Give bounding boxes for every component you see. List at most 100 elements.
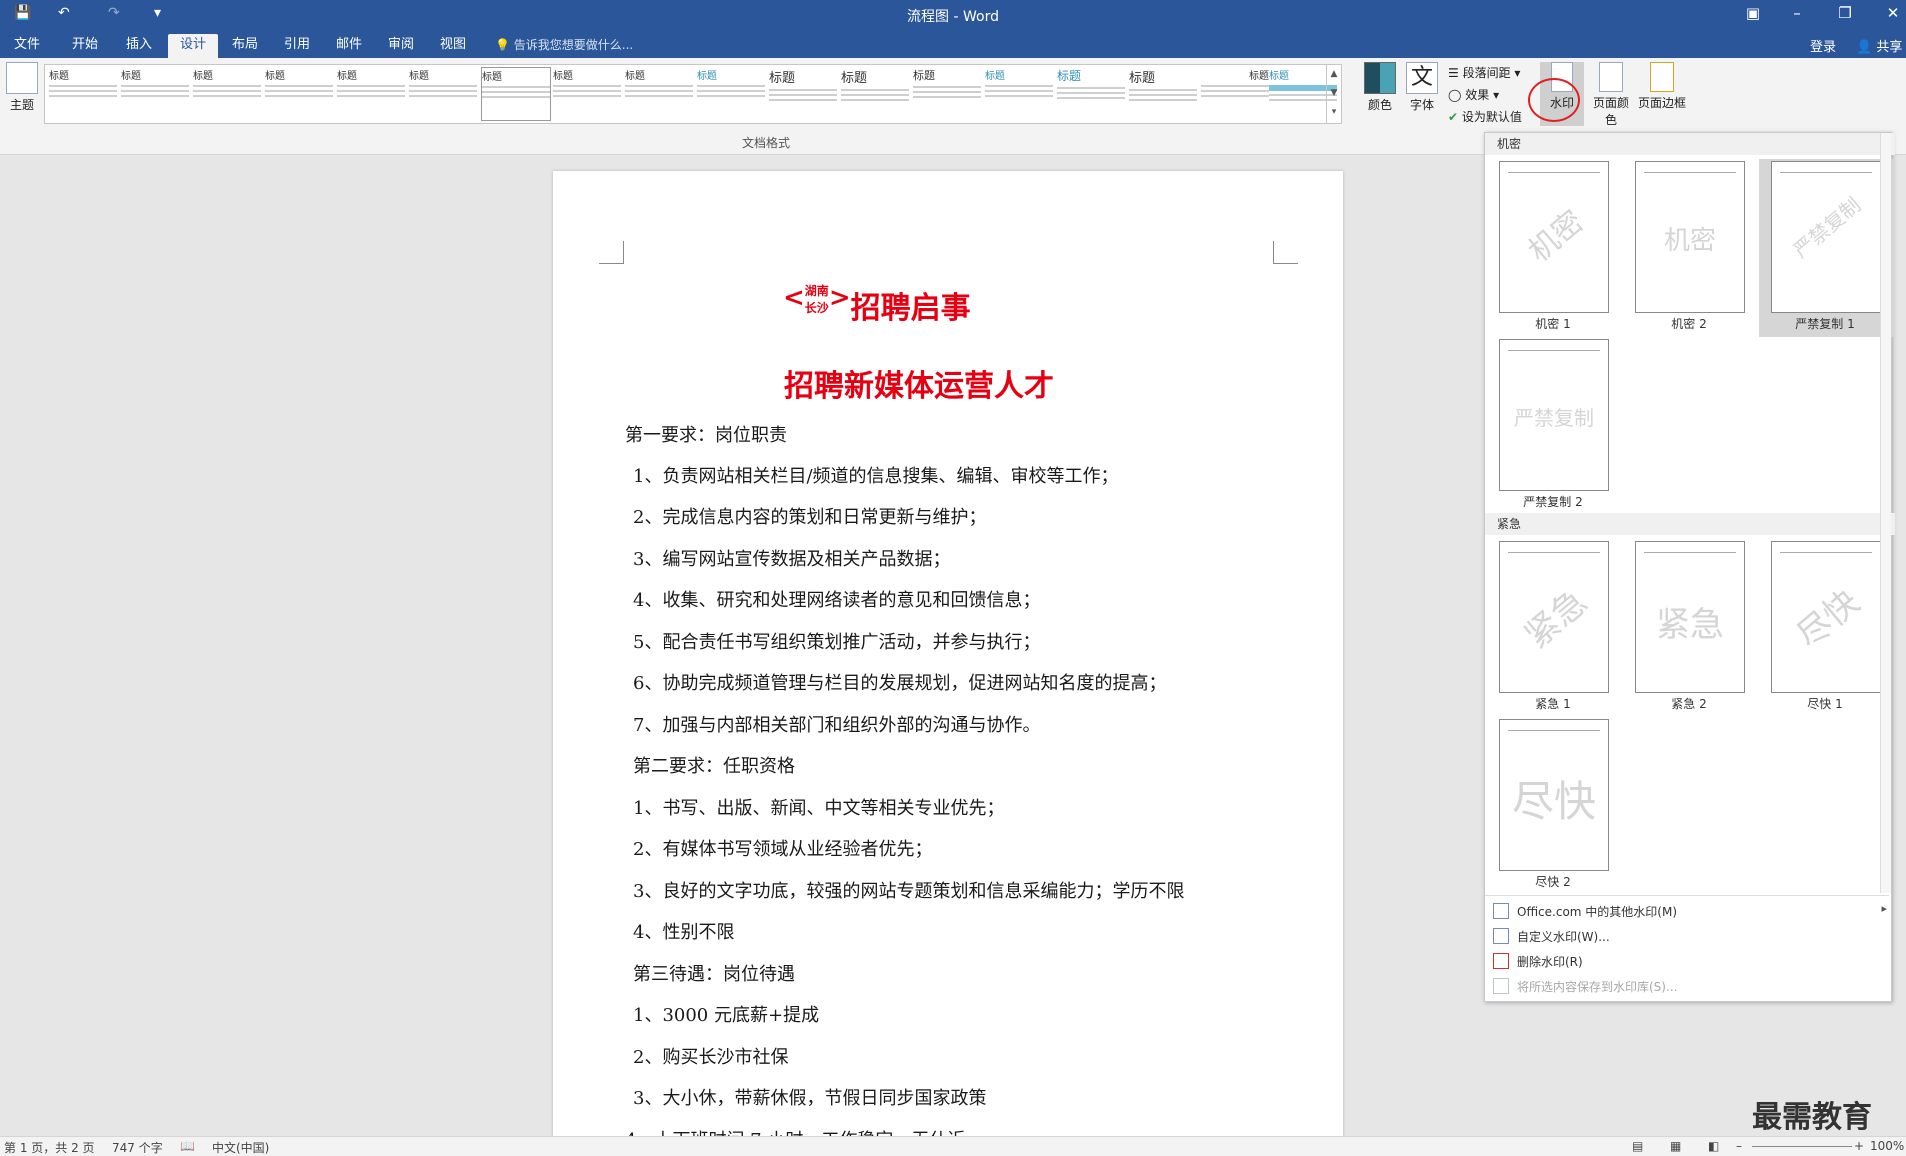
menu-more-watermarks[interactable]: Office.com 中的其他水印(M) xyxy=(1517,903,1677,920)
body-line: 1、负责网站相关栏目/频道的信息搜集、编辑、审校等工作； xyxy=(633,466,1119,487)
tab-insert[interactable]: 插入 xyxy=(114,34,164,58)
style-set-item[interactable]: 标题 xyxy=(769,67,837,119)
style-set-item[interactable]: 标题 xyxy=(985,67,1053,119)
section-heading: 第二要求：任职资格 xyxy=(633,756,795,777)
tab-home[interactable]: 开始 xyxy=(60,34,110,58)
ribbon-display-icon[interactable]: ▣ xyxy=(1738,4,1768,22)
style-set-item[interactable]: 标题 xyxy=(193,67,261,119)
menu-remove-watermark[interactable]: 删除水印(R) xyxy=(1517,953,1583,970)
tab-design[interactable]: 设计 xyxy=(168,34,219,58)
watermark-option-asap-1[interactable]: 尽快 xyxy=(1771,541,1881,693)
style-set-item[interactable]: 标题 xyxy=(337,67,405,119)
zoom-level[interactable]: 100% xyxy=(1870,1139,1904,1153)
watermark-option-asap-2[interactable]: 尽快 xyxy=(1499,719,1609,871)
fonts-button[interactable]: 文 字体 xyxy=(1400,62,1444,113)
colors-label: 颜色 xyxy=(1367,98,1392,112)
style-set-item[interactable]: 标题 xyxy=(1201,67,1269,119)
margin-mark xyxy=(1273,241,1298,264)
style-set-title: 标题 xyxy=(841,71,868,86)
style-set-title: 标题 xyxy=(1057,69,1082,83)
menu-custom-watermark[interactable]: 自定义水印(W)... xyxy=(1517,928,1610,945)
watermark-option-label: 机密 2 xyxy=(1671,317,1707,331)
restore-icon[interactable]: ❐ xyxy=(1830,4,1860,22)
print-layout-icon[interactable]: ▦ xyxy=(1670,1139,1681,1153)
page-color-label: 页面颜色 xyxy=(1592,96,1629,127)
gallery-scroll[interactable]: ▲ ▼ ▾ xyxy=(1326,65,1341,123)
colors-button[interactable]: 颜色 xyxy=(1358,62,1402,113)
submenu-arrow-icon: ▸ xyxy=(1881,902,1887,915)
tab-references[interactable]: 引用 xyxy=(272,34,322,58)
share-button[interactable]: 👤 共享 xyxy=(1856,36,1902,55)
style-set-item[interactable]: 标题 xyxy=(841,67,909,119)
style-set-item[interactable]: 标题 xyxy=(1057,67,1125,119)
login-link[interactable]: 登录 xyxy=(1810,36,1836,55)
style-set-item[interactable]: 标题 xyxy=(913,67,981,119)
watermark-option-do-not-copy-1[interactable]: 严禁复制 xyxy=(1771,161,1881,313)
watermark-dropdown: 机密 机密 机密 1 机密 机密 2 严禁复制 严禁复制 1 严禁复制 严禁复制… xyxy=(1484,132,1895,1002)
margin-mark xyxy=(599,241,624,264)
minimize-icon[interactable]: – xyxy=(1782,4,1812,22)
style-set-item[interactable]: 标题 xyxy=(265,67,333,119)
page-color-button[interactable]: 页面颜色 xyxy=(1588,62,1634,128)
watermark-option-confidential-1[interactable]: 机密 xyxy=(1499,161,1609,313)
style-set-item[interactable]: 标题 xyxy=(1129,67,1197,119)
proofing-icon[interactable]: 📖 xyxy=(180,1139,195,1153)
body-line: 5、配合责任书写组织策划推广活动，并参与执行； xyxy=(633,632,1041,653)
web-layout-icon[interactable]: ◧ xyxy=(1708,1139,1719,1153)
language-indicator[interactable]: 中文(中国) xyxy=(212,1139,269,1156)
theme-button[interactable]: 主题 xyxy=(0,62,44,113)
style-set-item[interactable]: 标题 xyxy=(121,67,189,119)
style-set-item[interactable]: 标题 xyxy=(625,67,693,119)
body-line: 1、书写、出版、新闻、中文等相关专业优先； xyxy=(633,798,1005,819)
tab-file[interactable]: 文件 xyxy=(2,34,52,58)
style-set-title: 标题 xyxy=(49,71,69,82)
watermark-option-urgent-2[interactable]: 紧急 xyxy=(1635,541,1745,693)
body-line: 3、编写网站宣传数据及相关产品数据； xyxy=(633,549,951,570)
watermark-preview-text: 严禁复制 xyxy=(1788,192,1866,263)
body-line: 4、性别不限 xyxy=(633,922,735,943)
watermark-option-label: 严禁复制 1 xyxy=(1795,317,1855,331)
tell-me-input[interactable]: 💡 告诉我您想要做什么... xyxy=(495,36,633,53)
body-line: 7、加强与内部相关部门和组织外部的沟通与协作。 xyxy=(633,715,1041,736)
body-line: 2、购买长沙市社保 xyxy=(633,1047,789,1068)
style-set-title: 标题 xyxy=(625,71,645,82)
style-set-title: 标题 xyxy=(337,71,357,82)
menu-save-to-gallery[interactable]: 将所选内容保存到水印库(S)... xyxy=(1517,978,1677,995)
paragraph-spacing-label: 段落间距 xyxy=(1462,66,1511,80)
style-set-gallery[interactable]: 标题 标题 标题 标题 标题 标题 标题 标题 标题 标题 标题 标题 标题 标… xyxy=(44,64,1342,124)
effects-button[interactable]: ◯ 效果 ▾ xyxy=(1448,86,1499,103)
page-borders-button[interactable]: 页面边框 xyxy=(1636,62,1688,111)
style-set-item[interactable]: 标题 xyxy=(409,67,477,119)
status-bar: 第 1 页，共 2 页 747 个字 📖 中文(中国) ▤ ▦ ◧ – + 10… xyxy=(0,1136,1906,1156)
tab-layout[interactable]: 布局 xyxy=(220,34,270,58)
watermark-option-urgent-1[interactable]: 紧急 xyxy=(1499,541,1609,693)
close-icon[interactable]: ✕ xyxy=(1878,4,1906,22)
window-title: 流程图 - Word xyxy=(907,9,999,25)
zoom-slider[interactable] xyxy=(1752,1146,1852,1147)
style-set-item[interactable]: 标题 xyxy=(49,67,117,119)
read-mode-icon[interactable]: ▤ xyxy=(1632,1139,1643,1153)
style-set-item[interactable]: 标题 xyxy=(553,67,621,119)
document-page[interactable]: <湖南 长沙>招聘启事 招聘新媒体运营人才 第一要求：岗位职责 1、负责网站相关栏… xyxy=(553,171,1343,1155)
zoom-out-icon[interactable]: – xyxy=(1736,1139,1742,1153)
watermark-option-confidential-2[interactable]: 机密 xyxy=(1635,161,1745,313)
word-count[interactable]: 747 个字 xyxy=(112,1139,163,1156)
tab-mailings[interactable]: 邮件 xyxy=(324,34,374,58)
watermark-option-do-not-copy-2[interactable]: 严禁复制 xyxy=(1499,339,1609,491)
style-set-title: 标题 xyxy=(697,71,717,82)
section-urgent: 紧急 xyxy=(1485,513,1895,535)
tab-view[interactable]: 视图 xyxy=(428,34,478,58)
zoom-in-icon[interactable]: + xyxy=(1854,1139,1864,1153)
page-count[interactable]: 第 1 页，共 2 页 xyxy=(4,1139,95,1156)
set-default-button[interactable]: ✔ 设为默认值 xyxy=(1448,108,1522,125)
gallery-scrollbar[interactable] xyxy=(1880,133,1891,893)
style-set-item[interactable]: 标题 xyxy=(697,67,765,119)
paragraph-spacing-button[interactable]: ☰ 段落间距 ▾ xyxy=(1448,64,1520,81)
set-default-label: 设为默认值 xyxy=(1461,110,1522,124)
tab-review[interactable]: 审阅 xyxy=(376,34,426,58)
ribbon-tabs: 文件 开始 插入 设计 布局 引用 邮件 审阅 视图 💡 告诉我您想要做什么..… xyxy=(0,30,1906,58)
ribbon-group-name: 文档格式 xyxy=(742,136,791,150)
style-set-title: 标题 xyxy=(121,71,141,82)
style-set-title: 标题 xyxy=(769,71,796,86)
style-set-item-selected[interactable]: 标题 xyxy=(481,67,551,121)
